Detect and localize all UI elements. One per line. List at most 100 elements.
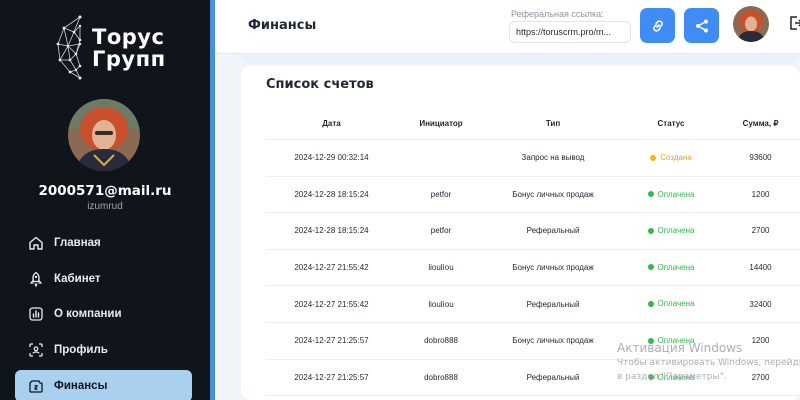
table-header: Дата Инициатор Тип Статус Сумма, ₽ — [266, 108, 800, 140]
user-email: 2000571@mail.ru — [38, 183, 172, 199]
cell-status: Оплачена — [621, 299, 721, 309]
user-avatar[interactable] — [68, 99, 140, 171]
cell-initiator: lioulìou — [428, 263, 454, 273]
cell-initiator: dobro888 — [424, 372, 458, 382]
previous-card-edge — [241, 54, 800, 64]
brand-name-line2: Групп — [92, 47, 166, 71]
share-icon — [695, 19, 708, 32]
sidebar-scrollbar[interactable] — [210, 0, 215, 400]
cell-date: 2024-12-27 21:55:42 — [294, 299, 369, 309]
sidebar-item-label: Профиль — [54, 344, 108, 357]
status-text: Создана — [660, 153, 692, 163]
cell-type: Бонус личных продаж — [512, 189, 594, 199]
referral-link-label: Реферальная ссылка: — [511, 9, 604, 19]
status-dot-icon — [647, 227, 654, 234]
table-row[interactable]: 2024-12-27 21:55:42 lioulìou Бонус личных … — [266, 250, 800, 287]
user-photo-icon — [733, 6, 769, 42]
status-dot-icon — [650, 154, 657, 161]
sidebar-scrollbar-thumb[interactable] — [210, 0, 215, 400]
cell-amount: 1200 — [751, 189, 770, 199]
column-header-amount[interactable]: Сумма, ₽ — [721, 119, 800, 128]
link-icon — [652, 19, 663, 32]
status-dot-icon — [647, 191, 654, 198]
cell-type: Реферальный — [526, 226, 580, 236]
cell-initiator: petfor — [430, 189, 452, 199]
cell-initiator: dobro888 — [424, 336, 458, 346]
header-avatar[interactable] — [733, 6, 769, 42]
cell-status: Оплачена — [621, 263, 721, 273]
status-badge: Оплачена — [647, 262, 695, 272]
column-header-type[interactable]: Тип — [485, 119, 621, 128]
logout-icon[interactable] — [789, 15, 800, 31]
cell-type: Бонус личных продаж — [512, 263, 594, 273]
sidebar-nav: Главная Кабинет О компании Профиль Финан… — [15, 227, 192, 400]
sidebar-item-profile[interactable]: Профиль — [15, 334, 192, 366]
page-title: Финансы — [248, 18, 317, 33]
status-dot-icon — [647, 300, 654, 307]
sidebar-item-label: Кабинет — [54, 272, 101, 285]
cell-initiator: petfor — [430, 226, 452, 236]
sidebar-item-finance[interactable]: Финансы — [15, 369, 192, 400]
copy-link-button[interactable] — [640, 8, 675, 43]
table-row[interactable]: 2024-12-29 00:32:14 Запрос на вывод Создан… — [266, 140, 800, 177]
cell-initiator: lioulìou — [428, 299, 454, 309]
wallet-icon — [28, 378, 44, 394]
home-icon — [28, 235, 44, 251]
top-header: Финансы Реферальная ссылка: https://toru… — [215, 0, 800, 54]
watermark-line1: Чтобы активировать Windows, перейдите — [617, 358, 800, 368]
user-photo-icon — [68, 99, 140, 171]
cell-date: 2024-12-29 00:32:14 — [294, 153, 369, 163]
watermark-line2: в раздел "Параметры". — [617, 372, 727, 382]
sidebar-item-label: Финансы — [54, 379, 108, 392]
status-text: Оплачена — [657, 189, 695, 199]
table-row[interactable]: 2024-12-28 18:15:24 petfor Реферальный Опла… — [266, 213, 800, 250]
cell-amount: 14400 — [749, 263, 772, 273]
sidebar: Торус Групп 2000571@mail.ru izumrud Глав… — [0, 0, 210, 400]
cell-type: Реферальный — [526, 372, 580, 382]
windows-activation-watermark: Активация Windows Чтобы активировать Win… — [617, 341, 800, 383]
cell-date: 2024-12-27 21:25:57 — [294, 336, 369, 346]
cell-date: 2024-12-27 21:25:57 — [294, 372, 369, 382]
rocket-icon — [28, 271, 44, 287]
torus-logo-icon — [56, 15, 82, 80]
accounts-title: Список счетов — [266, 77, 374, 92]
referral-link-field[interactable]: https://toruscrm.pro/m... — [509, 21, 631, 43]
cell-date: 2024-12-27 21:55:42 — [294, 263, 369, 273]
table-row[interactable]: 2024-12-27 21:55:42 lioulìou Реферальный Оп… — [266, 286, 800, 323]
cell-date: 2024-12-28 18:15:24 — [294, 226, 369, 236]
column-header-date[interactable]: Дата — [266, 119, 397, 128]
brand-name-line1: Торус — [92, 25, 165, 49]
profile-scan-icon — [28, 342, 44, 358]
cell-type: Запрос на вывод — [521, 153, 585, 163]
cell-date: 2024-12-28 18:15:24 — [294, 189, 369, 199]
cell-amount: 2700 — [751, 226, 770, 236]
brand-logo[interactable]: Торус Групп — [52, 14, 166, 82]
cell-status: Оплачена — [621, 190, 721, 200]
share-button[interactable] — [684, 8, 719, 43]
status-dot-icon — [647, 264, 654, 271]
status-text: Оплачена — [657, 299, 695, 309]
status-badge: Оплачена — [647, 299, 695, 309]
user-login: izumrud — [87, 201, 123, 212]
watermark-title: Активация Windows — [617, 341, 743, 355]
cell-amount: 93600 — [749, 153, 772, 163]
cell-status: Оплачена — [621, 226, 721, 236]
sidebar-item-about[interactable]: О компании — [15, 298, 192, 330]
status-badge: Оплачена — [647, 189, 695, 199]
sidebar-item-cabinet[interactable]: Кабинет — [15, 263, 192, 295]
cell-type: Бонус личных продаж — [512, 336, 594, 346]
status-badge: Оплачена — [647, 226, 695, 236]
sidebar-item-label: О компании — [54, 308, 122, 321]
column-header-initiator[interactable]: Инициатор — [397, 119, 485, 128]
column-header-status[interactable]: Статус — [621, 119, 721, 128]
status-text: Оплачена — [657, 226, 695, 236]
sidebar-item-home[interactable]: Главная — [15, 227, 192, 259]
brand-name: Торус Групп — [92, 26, 166, 70]
cell-amount: 32400 — [749, 299, 772, 309]
cell-type: Реферальный — [526, 299, 580, 309]
chart-icon — [28, 306, 44, 322]
status-badge: Создана — [650, 153, 692, 162]
status-text: Оплачена — [657, 262, 695, 272]
sidebar-item-label: Главная — [54, 237, 101, 249]
table-row[interactable]: 2024-12-28 18:15:24 petfor Бонус личных пр… — [266, 177, 800, 214]
